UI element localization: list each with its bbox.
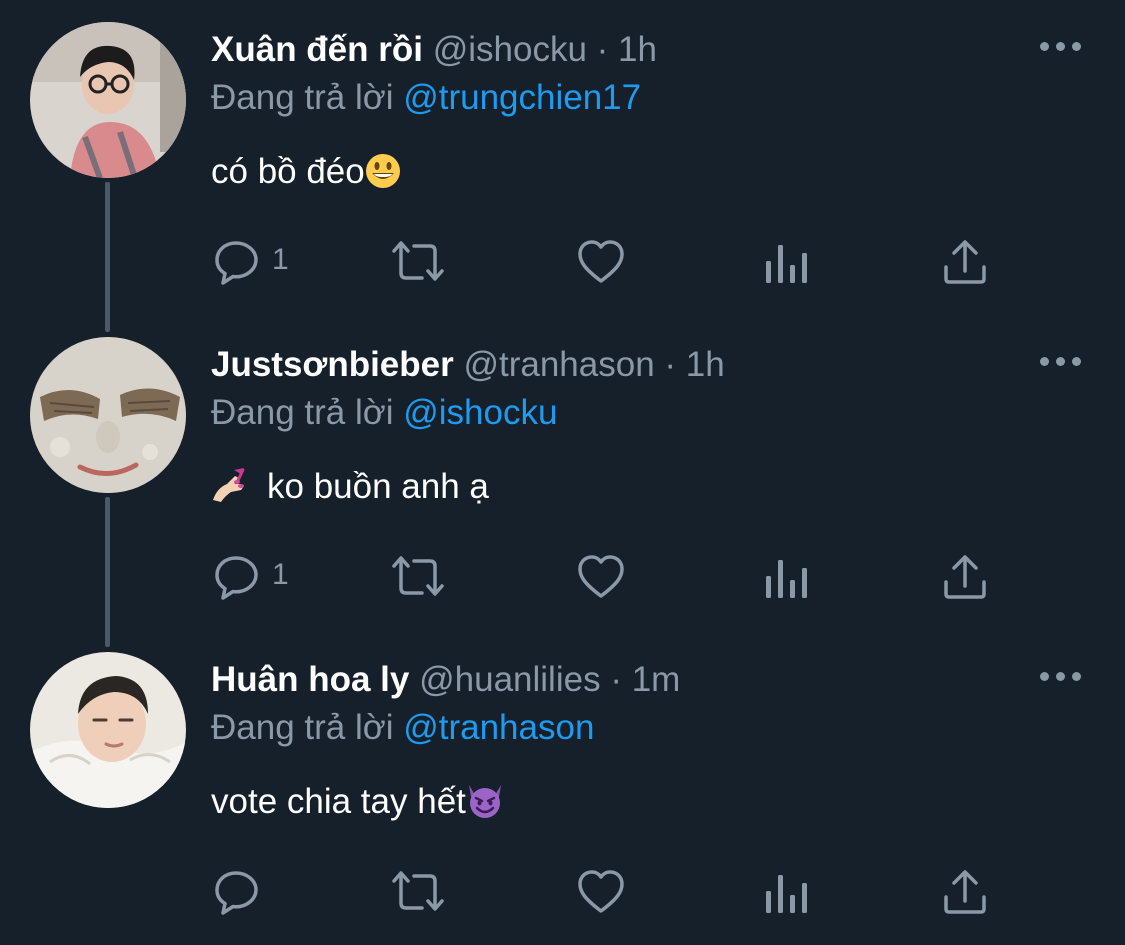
separator-dot: · [610, 660, 622, 699]
share-icon [944, 870, 986, 914]
views-icon [766, 560, 807, 598]
views-button[interactable] [764, 552, 808, 602]
reply-button[interactable]: 1 [212, 237, 312, 287]
thread-line [105, 497, 110, 647]
reply-button[interactable] [212, 867, 312, 917]
retweet-button[interactable] [388, 552, 448, 602]
thread-line [105, 182, 110, 332]
avatar[interactable] [30, 652, 186, 808]
retweet-button[interactable] [388, 237, 448, 287]
like-button[interactable] [576, 867, 632, 917]
grinning-face-icon [365, 153, 401, 202]
tweet-actions: 1 [212, 237, 1012, 287]
views-button[interactable] [764, 237, 808, 287]
more-icon[interactable] [1040, 38, 1082, 58]
views-icon [766, 245, 807, 283]
reply-count: 1 [272, 558, 289, 591]
replying-to: Đang trả lời @trungchien17 [211, 76, 641, 120]
tweet-header: Huân hoa ly @huanlilies · 1m [211, 658, 1015, 702]
tweet-text: vote chia tay hết [211, 778, 504, 832]
avatar[interactable] [30, 337, 186, 493]
tweet-header: Xuân đến rồi @ishocku · 1h [211, 28, 1015, 72]
tweet[interactable]: Justsơnbieber @tranhason · 1h Đang trả l… [0, 315, 1125, 647]
like-button[interactable] [576, 552, 632, 602]
reply-icon [215, 871, 258, 915]
tweet[interactable]: Xuân đến rồi @ishocku · 1h Đang trả lời … [0, 0, 1125, 332]
timestamp[interactable]: 1m [632, 660, 681, 699]
timestamp[interactable]: 1h [618, 30, 657, 69]
user-handle[interactable]: @huanlilies [419, 660, 600, 699]
display-name[interactable]: Huân hoa ly [211, 660, 409, 699]
retweet-icon [392, 871, 444, 911]
smiling-face-with-horns-icon [466, 783, 504, 832]
mention-link[interactable]: @ishocku [403, 393, 557, 432]
separator-dot: · [596, 30, 609, 69]
timestamp[interactable]: 1h [686, 345, 725, 384]
replying-to: Đang trả lời @ishocku [211, 391, 557, 435]
tweet-text-body: ko buồn anh ạ [267, 467, 489, 506]
tweet-actions: 1 [212, 552, 1012, 602]
retweet-icon [392, 241, 444, 281]
retweet-icon [392, 556, 444, 596]
like-icon [578, 870, 624, 913]
share-icon [944, 555, 986, 599]
replying-to: Đang trả lời @tranhason [211, 706, 594, 750]
share-icon [944, 240, 986, 284]
replying-label: Đang trả lời [211, 708, 394, 747]
tweet-actions [212, 867, 1012, 917]
like-icon [578, 240, 624, 283]
reply-count: 1 [272, 243, 289, 276]
like-button[interactable] [576, 237, 632, 287]
tweet-text: ko buồn anh ạ [211, 463, 489, 517]
replying-label: Đang trả lời [211, 78, 394, 117]
share-button[interactable] [940, 867, 992, 917]
share-button[interactable] [940, 552, 992, 602]
mention-link[interactable]: @tranhason [403, 708, 594, 747]
tweet[interactable]: Huân hoa ly @huanlilies · 1m Đang trả lờ… [0, 630, 1125, 945]
tweet-text-body: có bồ đéo [211, 152, 365, 191]
avatar[interactable] [30, 22, 186, 178]
share-button[interactable] [940, 237, 992, 287]
tweet-text: có bồ đéo [211, 148, 401, 202]
retweet-button[interactable] [388, 867, 448, 917]
more-icon[interactable] [1040, 668, 1082, 688]
nail-polish-icon [211, 466, 249, 517]
reply-icon [215, 556, 258, 600]
views-button[interactable] [764, 867, 808, 917]
user-handle[interactable]: @tranhason [463, 345, 654, 384]
display-name[interactable]: Xuân đến rồi [211, 30, 423, 69]
tweet-text-body: vote chia tay hết [211, 782, 466, 821]
more-icon[interactable] [1040, 353, 1082, 373]
mention-link[interactable]: @trungchien17 [403, 78, 641, 117]
views-icon [766, 875, 807, 913]
reply-icon [215, 241, 258, 285]
display-name[interactable]: Justsơnbieber [211, 345, 454, 384]
separator-dot: · [664, 345, 677, 384]
tweet-header: Justsơnbieber @tranhason · 1h [211, 343, 1015, 387]
user-handle[interactable]: @ishocku [433, 30, 587, 69]
reply-button[interactable]: 1 [212, 552, 312, 602]
replying-label: Đang trả lời [211, 393, 394, 432]
like-icon [578, 555, 624, 598]
